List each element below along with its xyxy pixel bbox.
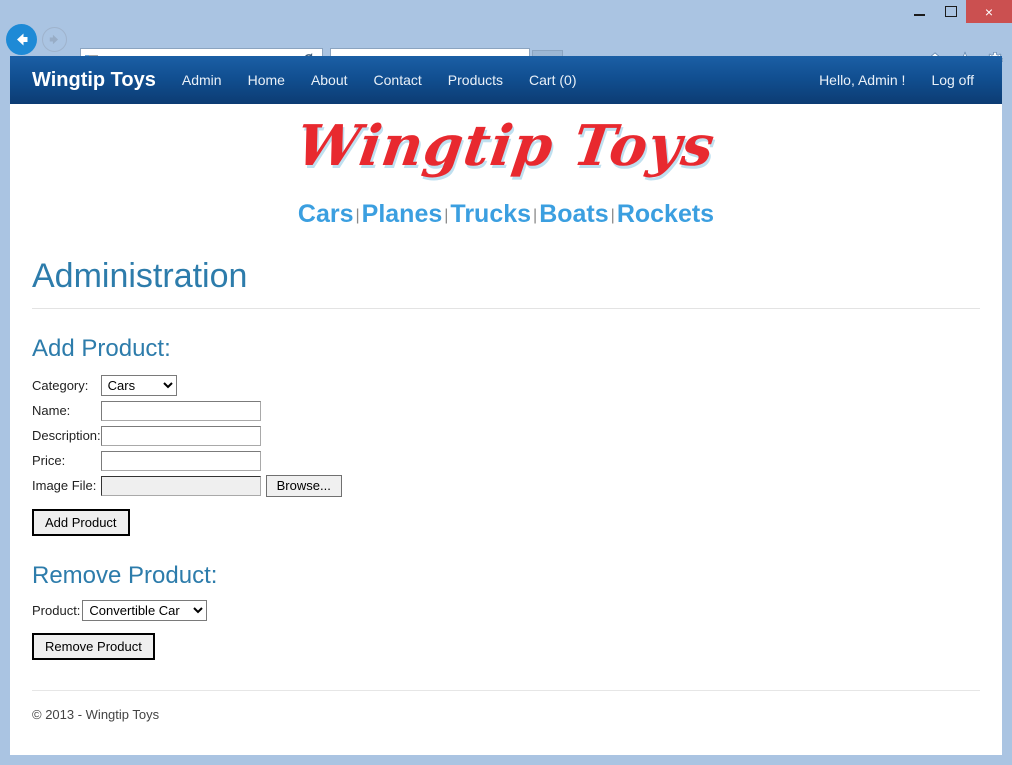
browse-button[interactable]: Browse... xyxy=(265,474,342,497)
nav-greeting[interactable]: Hello, Admin ! xyxy=(819,72,905,88)
category-link-trucks[interactable]: Trucks xyxy=(450,200,531,228)
category-link-boats[interactable]: Boats xyxy=(539,200,608,228)
nav-account-group: Hello, Admin ! Log off xyxy=(819,72,980,88)
category-select[interactable]: Cars Planes Trucks Boats Rockets xyxy=(100,375,177,397)
maximize-icon xyxy=(945,6,957,17)
category-separator: | xyxy=(355,207,360,224)
remove-product-form: Product: Convertible Car Old-time Car Fa… xyxy=(32,600,980,622)
form-row-image-file: Image File: Browse... xyxy=(32,473,342,498)
category-separator: | xyxy=(533,207,538,224)
site-logo: Wingtip Toys xyxy=(292,113,720,179)
forward-arrow-icon xyxy=(49,34,59,45)
category-link-cars[interactable]: Cars xyxy=(298,200,354,228)
label-image-file: Image File: xyxy=(32,478,97,494)
back-button[interactable] xyxy=(6,24,37,55)
name-input[interactable] xyxy=(100,400,261,421)
nav-brand[interactable]: Wingtip Toys xyxy=(32,69,156,92)
remove-product-button[interactable]: Remove Product xyxy=(32,633,155,661)
nav-link-admin[interactable]: Admin xyxy=(182,72,222,88)
footer-text: © 2013 - Wingtip Toys xyxy=(32,707,160,723)
label-price: Price: xyxy=(32,453,66,469)
add-product-heading: Add Product: xyxy=(32,335,171,363)
category-link-bar: Cars |Planes |Trucks |Boats |Rockets xyxy=(32,174,980,235)
label-description: Description: xyxy=(32,428,101,444)
nav-link-cart[interactable]: Cart (0) xyxy=(529,72,576,88)
site-logo-container: Wingtip Toys xyxy=(32,104,980,179)
nav-logoff-link[interactable]: Log off xyxy=(931,72,974,88)
label-product: Product: xyxy=(32,603,81,619)
form-row-price: Price: xyxy=(32,448,342,473)
nav-link-contact[interactable]: Contact xyxy=(374,72,422,88)
minimize-icon xyxy=(913,13,925,16)
back-arrow-icon xyxy=(17,33,28,46)
nav-link-home[interactable]: Home xyxy=(248,72,285,88)
close-button[interactable]: × xyxy=(966,0,1012,23)
form-row-name: Name: xyxy=(32,398,342,423)
remove-product-heading: Remove Product: xyxy=(32,562,218,590)
title-divider xyxy=(32,308,980,310)
product-select[interactable]: Convertible Car Old-time Car Fast Car xyxy=(82,600,208,622)
site-navbar: Wingtip Toys Admin Home About Contact Pr… xyxy=(10,56,1002,104)
form-row-description: Description: xyxy=(32,423,342,448)
category-separator: | xyxy=(610,207,615,224)
maximize-button[interactable] xyxy=(937,0,965,23)
price-input[interactable] xyxy=(100,450,261,471)
page-title: Administration xyxy=(32,257,248,295)
description-input[interactable] xyxy=(100,425,261,446)
browser-window: × http://localhost:24019/Admin/A xyxy=(0,0,1012,765)
add-product-form: Category: Cars Planes Trucks Boats Rocke… xyxy=(32,373,342,498)
category-link-planes[interactable]: Planes xyxy=(362,200,443,228)
forward-button[interactable] xyxy=(42,27,67,52)
page-body: Wingtip Toys Cars |Planes |Trucks |Boats |Ro… xyxy=(10,104,1002,722)
minimize-button[interactable] xyxy=(905,0,933,23)
add-product-button[interactable]: Add Product xyxy=(32,509,130,537)
category-link-rockets[interactable]: Rockets xyxy=(617,200,714,228)
form-row-category: Category: Cars Planes Trucks Boats Rocke… xyxy=(32,373,342,398)
file-path-display[interactable] xyxy=(100,475,261,496)
page-viewport: Wingtip Toys Admin Home About Contact Pr… xyxy=(10,56,1002,755)
window-title-bar: × xyxy=(0,0,1012,23)
browser-toolbar: http://localhost:24019/Admin/A xyxy=(0,23,1012,77)
label-category: Category: xyxy=(32,378,89,394)
label-name: Name: xyxy=(32,403,71,419)
file-input-group: Browse... xyxy=(100,474,342,497)
nav-link-about[interactable]: About xyxy=(311,72,348,88)
nav-link-products[interactable]: Products xyxy=(448,72,503,88)
